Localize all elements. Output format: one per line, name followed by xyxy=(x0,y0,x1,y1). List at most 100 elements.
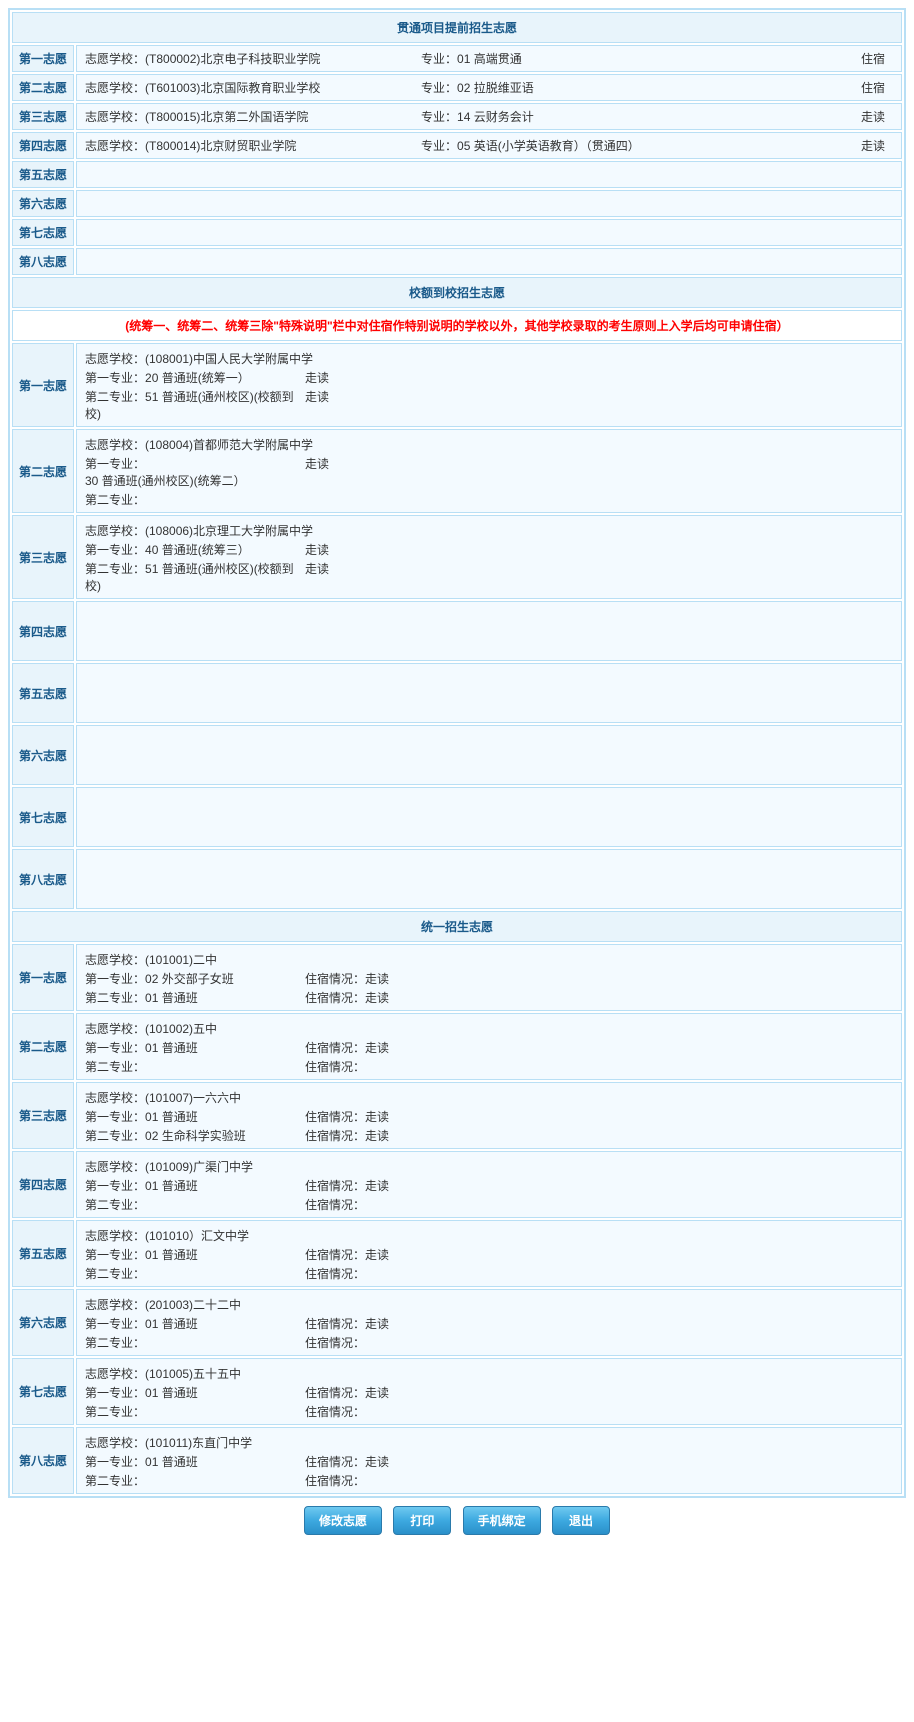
m2-label: 第二专业： xyxy=(85,1060,145,1074)
s2-content-3: 志愿学校：(108006)北京理工大学附属中学 第一专业：40 普通班(统筹三）… xyxy=(76,515,902,599)
s1-row-4: 第四志愿 志愿学校：(T800014)北京财贸职业学院 专业：05 英语(小学英… xyxy=(12,132,902,159)
s3-label-6: 第六志愿 xyxy=(12,1289,74,1356)
s3-label-7: 第七志愿 xyxy=(12,1358,74,1425)
s3-label-8: 第八志愿 xyxy=(12,1427,74,1494)
s2-label-7: 第七志愿 xyxy=(12,787,74,847)
s1-content-8 xyxy=(76,248,902,275)
s3-content-2: 志愿学校：(101002)五中 第一专业：01 普通班住宿情况：走读 第二专业：… xyxy=(76,1013,902,1080)
bind-phone-button[interactable]: 手机绑定 xyxy=(463,1506,541,1535)
school-value: (101009)广渠门中学 xyxy=(145,1158,253,1175)
m2-label: 第二专业： xyxy=(85,1405,145,1419)
m2-label: 第二专业： xyxy=(85,991,145,1005)
s2-label-5: 第五志愿 xyxy=(12,663,74,723)
m1-value: 01 普通班 xyxy=(145,1248,198,1262)
s2-content-6 xyxy=(76,725,902,785)
res-label: 住宿情况： xyxy=(305,1246,365,1263)
s3-label-2: 第二志愿 xyxy=(12,1013,74,1080)
m1-label: 第一专业： xyxy=(85,972,145,986)
button-bar: 修改志愿 打印 手机绑定 退出 xyxy=(8,1498,906,1539)
section-2-header: 校额到校招生志愿 xyxy=(12,277,902,308)
s2-label-3: 第三志愿 xyxy=(12,515,74,599)
s3-row-1: 第一志愿 志愿学校：(101001)二中 第一专业：02 外交部子女班住宿情况：… xyxy=(12,944,902,1011)
s2-label-2: 第二志愿 xyxy=(12,429,74,513)
s3-content-3: 志愿学校：(101007)一六六中 第一专业：01 普通班住宿情况：走读 第二专… xyxy=(76,1082,902,1149)
r2-value xyxy=(365,1265,425,1282)
major-label: 专业： xyxy=(421,139,457,153)
school-label: 志愿学校： xyxy=(85,1089,145,1106)
m1-value: 01 普通班 xyxy=(145,1455,198,1469)
m1-value: 01 普通班 xyxy=(145,1317,198,1331)
s1-content-2: 志愿学校：(T601003)北京国际教育职业学校 专业：02 拉脱维亚语 住宿 xyxy=(76,74,902,101)
s1-content-1: 志愿学校：(T800002)北京电子科技职业学院 专业：01 高端贯通 住宿 xyxy=(76,45,902,72)
s1-row-7: 第七志愿 xyxy=(12,219,902,246)
m2-label: 第二专业： xyxy=(85,1474,145,1488)
res-label: 住宿情况： xyxy=(305,1127,365,1144)
school-value: (101005)五十五中 xyxy=(145,1365,241,1382)
m2-label: 第二专业： xyxy=(85,562,145,576)
res-label: 住宿情况： xyxy=(305,1265,365,1282)
s2-row-3: 第三志愿 志愿学校：(108006)北京理工大学附属中学 第一专业：40 普通班… xyxy=(12,515,902,599)
res-label: 住宿情况： xyxy=(305,1058,365,1075)
m2-value: 02 生命科学实验班 xyxy=(145,1129,246,1143)
school-value: (T601003)北京国际教育职业学校 xyxy=(145,81,320,95)
res-label: 住宿情况： xyxy=(305,1196,365,1213)
s2-row-1: 第一志愿 志愿学校：(108001)中国人民大学附属中学 第一专业：20 普通班… xyxy=(12,343,902,427)
s1-row-5: 第五志愿 xyxy=(12,161,902,188)
s2-row-8: 第八志愿 xyxy=(12,849,902,909)
s1-label-6: 第六志愿 xyxy=(12,190,74,217)
edit-button[interactable]: 修改志愿 xyxy=(304,1506,382,1535)
residence-value: 走读 xyxy=(837,137,893,154)
s1-label-4: 第四志愿 xyxy=(12,132,74,159)
school-label: 志愿学校： xyxy=(85,1227,145,1244)
m1-value: 01 普通班 xyxy=(145,1041,198,1055)
school-label: 志愿学校： xyxy=(85,81,145,95)
m1-value: 02 外交部子女班 xyxy=(145,972,234,986)
school-value: (T800014)北京财贸职业学院 xyxy=(145,139,296,153)
r2-value xyxy=(365,1196,425,1213)
major-value: 01 高端贯通 xyxy=(457,52,522,66)
s2-content-2: 志愿学校：(108004)首都师范大学附属中学 第一专业：30 普通班(通州校区… xyxy=(76,429,902,513)
r1-value: 走读 xyxy=(305,455,375,489)
s3-row-7: 第七志愿 志愿学校：(101005)五十五中 第一专业：01 普通班住宿情况：走… xyxy=(12,1358,902,1425)
s1-label-2: 第二志愿 xyxy=(12,74,74,101)
s2-row-5: 第五志愿 xyxy=(12,663,902,723)
s3-row-5: 第五志愿 志愿学校：(101010）汇文中学 第一专业：01 普通班住宿情况：走… xyxy=(12,1220,902,1287)
s2-label-6: 第六志愿 xyxy=(12,725,74,785)
m1-label: 第一专业： xyxy=(85,457,145,471)
major-label: 专业： xyxy=(421,81,457,95)
print-button[interactable]: 打印 xyxy=(393,1506,451,1535)
s3-row-4: 第四志愿 志愿学校：(101009)广渠门中学 第一专业：01 普通班住宿情况：… xyxy=(12,1151,902,1218)
s1-content-4: 志愿学校：(T800014)北京财贸职业学院 专业：05 英语(小学英语教育）（… xyxy=(76,132,902,159)
school-value: (101002)五中 xyxy=(145,1020,217,1037)
s1-row-6: 第六志愿 xyxy=(12,190,902,217)
school-label: 志愿学校： xyxy=(85,52,145,66)
s1-label-5: 第五志愿 xyxy=(12,161,74,188)
exit-button[interactable]: 退出 xyxy=(552,1506,610,1535)
r1-value: 走读 xyxy=(365,1246,425,1263)
school-label: 志愿学校： xyxy=(85,1020,145,1037)
m1-label: 第一专业： xyxy=(85,1455,145,1469)
r1-value: 走读 xyxy=(365,1315,425,1332)
s1-row-1: 第一志愿 志愿学校：(T800002)北京电子科技职业学院 专业：01 高端贯通… xyxy=(12,45,902,72)
s3-content-8: 志愿学校：(101011)东直门中学 第一专业：01 普通班住宿情况：走读 第二… xyxy=(76,1427,902,1494)
major-label: 专业： xyxy=(421,52,457,66)
r1-value: 走读 xyxy=(365,1108,425,1125)
m1-label: 第一专业： xyxy=(85,1041,145,1055)
s1-label-8: 第八志愿 xyxy=(12,248,74,275)
school-value: (101001)二中 xyxy=(145,951,217,968)
m1-value: 20 普通班(统筹一） xyxy=(145,371,250,385)
m2-label: 第二专业： xyxy=(85,1198,145,1212)
s3-content-1: 志愿学校：(101001)二中 第一专业：02 外交部子女班住宿情况：走读 第二… xyxy=(76,944,902,1011)
s3-row-8: 第八志愿 志愿学校：(101011)东直门中学 第一专业：01 普通班住宿情况：… xyxy=(12,1427,902,1494)
s1-row-8: 第八志愿 xyxy=(12,248,902,275)
m2-label: 第二专业： xyxy=(85,1129,145,1143)
m1-value: 01 普通班 xyxy=(145,1179,198,1193)
m2-label: 第二专业： xyxy=(85,493,145,507)
m1-value: 40 普通班(统筹三） xyxy=(145,543,250,557)
r1-value: 走读 xyxy=(365,1453,425,1470)
school-label: 志愿学校： xyxy=(85,522,145,539)
major-label: 专业： xyxy=(421,110,457,124)
school-value: (101010）汇文中学 xyxy=(145,1227,249,1244)
res-label: 住宿情况： xyxy=(305,1334,365,1351)
r1-value: 走读 xyxy=(305,369,375,386)
